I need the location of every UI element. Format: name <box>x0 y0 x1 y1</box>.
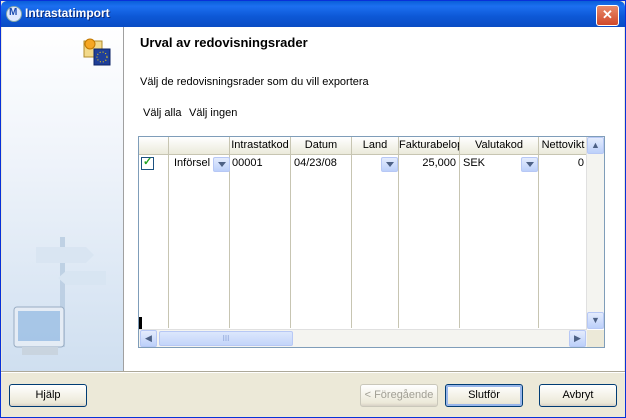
column-divider <box>538 155 539 328</box>
app-icon <box>6 6 22 22</box>
previous-button[interactable]: < Föregående <box>360 384 438 407</box>
help-button[interactable]: Hjälp <box>9 384 87 407</box>
row-type-value: Införsel <box>174 157 211 169</box>
valutakod-dropdown-button[interactable] <box>521 157 538 172</box>
row-datum[interactable]: 04/23/08 <box>294 156 349 171</box>
scroll-left-icon[interactable]: ◀ <box>140 330 157 347</box>
eu-folder-icon <box>83 38 111 66</box>
horizontal-scroll-thumb[interactable]: III <box>159 331 293 346</box>
column-divider <box>398 155 399 328</box>
select-all-link[interactable]: Välj alla <box>143 107 182 119</box>
scroll-up-icon[interactable]: ▲ <box>587 137 604 154</box>
header-checkbox-col <box>139 137 169 155</box>
row-select-checkbox[interactable] <box>141 155 154 170</box>
window-title: Intrastatimport <box>25 6 110 20</box>
title-bar[interactable]: Intrastatimport ✕ <box>1 1 625 27</box>
select-none-link[interactable]: Välj ingen <box>189 107 237 119</box>
wizard-side-panel <box>2 27 124 371</box>
header-intrastatkod[interactable]: Intrastatkod <box>230 137 291 155</box>
finish-button[interactable]: Slutför <box>445 384 523 407</box>
column-divider <box>351 155 352 328</box>
row-intrastatkod[interactable]: 00001 <box>232 156 287 171</box>
header-land[interactable]: Land <box>352 137 399 155</box>
column-divider <box>290 155 291 328</box>
wizard-content: Urval av redovisningsrader Välj de redov… <box>124 27 624 371</box>
wizard-window: Intrastatimport ✕ Urval av redovisningsr… <box>0 0 626 418</box>
column-divider <box>459 155 460 328</box>
row-valutakod[interactable]: SEK <box>463 156 513 171</box>
header-nettovikt[interactable]: Nettovikt <box>539 137 588 155</box>
header-fakturabelopp[interactable]: Fakturabelop <box>399 137 460 155</box>
vertical-scrollbar[interactable]: ▲ ▼ <box>586 137 604 329</box>
footer-divider-highlight <box>1 372 625 373</box>
type-dropdown-button[interactable] <box>213 157 230 172</box>
row-fakturabelopp[interactable]: 25,000 <box>401 156 456 171</box>
report-rows-grid[interactable]: Intrastatkod Datum Land Fakturabelop Val… <box>138 136 605 348</box>
close-button[interactable]: ✕ <box>596 5 619 26</box>
land-dropdown-button[interactable] <box>381 157 398 172</box>
header-valutakod[interactable]: Valutakod <box>460 137 539 155</box>
header-type-col <box>169 137 230 155</box>
cancel-button[interactable]: Avbryt <box>539 384 617 407</box>
scrollbar-corner <box>587 330 604 347</box>
column-divider <box>229 155 230 328</box>
page-description: Välj de redovisningsrader som du vill ex… <box>140 76 369 88</box>
signpost-computer-illustration <box>13 237 106 355</box>
scroll-right-icon[interactable]: ▶ <box>569 330 586 347</box>
column-divider <box>168 155 169 328</box>
row-land[interactable] <box>354 156 379 171</box>
page-title: Urval av redovisningsrader <box>140 35 308 50</box>
row-indicator <box>139 317 142 329</box>
row-nettovikt[interactable]: 0 <box>541 156 584 171</box>
header-datum[interactable]: Datum <box>291 137 352 155</box>
scroll-down-icon[interactable]: ▼ <box>587 312 604 329</box>
horizontal-scrollbar[interactable]: ◀ III ▶ <box>139 329 587 347</box>
